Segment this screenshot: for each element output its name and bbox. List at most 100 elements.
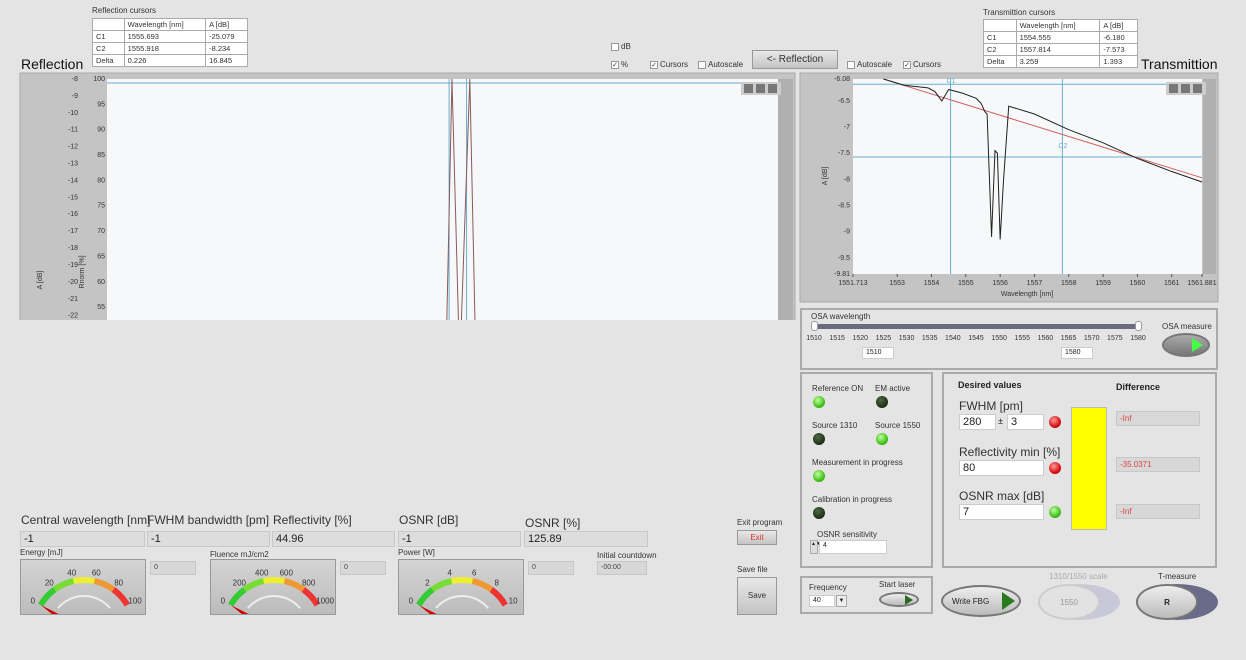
- osa-tick-label: 1555: [1014, 335, 1031, 342]
- osa-tick-label: 1560: [1037, 335, 1054, 342]
- y-tick-label: -7.5: [838, 150, 850, 157]
- osa-tick-label: 1580: [1130, 335, 1146, 342]
- gauge-tick-label: 10: [509, 597, 518, 606]
- gauge-tick-label: 2: [425, 578, 430, 587]
- source-1310-led: [813, 433, 825, 445]
- y-tick-label: -9: [844, 229, 850, 236]
- gauge-tick-label: 0: [221, 597, 226, 606]
- fwhm-target-label: FWHM [pm]: [959, 399, 1023, 413]
- y-tick-label: -9: [72, 93, 78, 100]
- y-tick-label: -19: [68, 262, 78, 269]
- save-button[interactable]: Save: [737, 577, 777, 615]
- cursor-move-icon[interactable]: [1169, 84, 1178, 93]
- osnr-sensitivity-label: OSNR sensitivity: [817, 530, 878, 539]
- x-tick-label: 1555: [958, 280, 974, 287]
- x-tick-label: 1560: [1130, 280, 1146, 287]
- osnr-pct-value: 125.89: [524, 531, 648, 547]
- tmeasure-label: T-measure: [1158, 572, 1197, 581]
- frequency-select[interactable]: 40: [809, 595, 835, 607]
- scale-toggle[interactable]: 1550: [1038, 584, 1100, 620]
- zoom-icon[interactable]: [1181, 84, 1190, 93]
- fwhm-label: FWHM bandwidth [pm]: [147, 513, 270, 527]
- y-tick-label: -18: [68, 245, 78, 252]
- gauge-label: Fluence mJ/cm2: [210, 550, 269, 559]
- reflectivity-target-input[interactable]: 80: [959, 460, 1044, 476]
- save-label: Save file: [737, 565, 768, 574]
- y-tick-label: -9.5: [838, 255, 850, 262]
- gauge-arc-segment: [430, 578, 453, 593]
- fwhm-tolerance-input[interactable]: 3: [1007, 414, 1044, 430]
- osa-tick-label: 1565: [1060, 335, 1077, 342]
- play-icon: [905, 594, 913, 605]
- reflectivity-difference: -35.0371: [1116, 457, 1200, 472]
- em-active-label: EM active: [875, 384, 911, 393]
- osnr-sensitivity-input[interactable]: 4: [819, 540, 887, 554]
- gauge-readout: 0: [528, 561, 574, 575]
- reference-on-label: Reference ON: [812, 384, 864, 393]
- pan-icon[interactable]: [768, 84, 777, 93]
- y-tick-label: -8: [72, 76, 78, 83]
- osa-slider-min-handle[interactable]: [811, 321, 818, 331]
- osa-tick-label: 1515: [829, 335, 845, 342]
- gauge-arc-segment: [93, 578, 116, 593]
- y2-tick-label: 70: [97, 228, 105, 235]
- osnr-target-input[interactable]: 7: [959, 504, 1044, 520]
- x-tick-label: 1561: [1164, 280, 1180, 287]
- source-1310-label: Source 1310: [812, 421, 858, 430]
- transmission-scrollbar: [1203, 79, 1216, 274]
- gauge-needle: [230, 605, 249, 614]
- osa-max-input[interactable]: 1580: [1061, 347, 1093, 359]
- tmeasure-toggle[interactable]: R: [1136, 584, 1198, 620]
- gauge-arc-segment: [72, 577, 96, 585]
- gauge-label: Energy [mJ]: [20, 548, 63, 557]
- cursor-move-icon[interactable]: [744, 84, 753, 93]
- y-tick-label: -21: [68, 296, 78, 303]
- y-tick-label: -8: [844, 176, 850, 183]
- y2-tick-label: 95: [97, 101, 105, 108]
- start-laser-button[interactable]: [879, 592, 919, 607]
- gauge-tick-label: 0: [409, 597, 414, 606]
- fwhm-target-input[interactable]: 280: [959, 414, 996, 430]
- exit-button[interactable]: Exit: [737, 530, 777, 545]
- osa-tick-label: 1535: [921, 335, 938, 342]
- write-fbg-button[interactable]: Write FBG: [941, 585, 1021, 617]
- osa-slider-track[interactable]: [814, 324, 1138, 329]
- y-axis-label: A [dB]: [822, 167, 829, 186]
- osnr-difference: -Inf: [1116, 504, 1200, 519]
- osa-tick-label: 1570: [1083, 335, 1100, 342]
- calibration-label: Calibration in progress: [812, 495, 893, 504]
- x-tick-label: 1557: [1027, 280, 1043, 287]
- gauge-tick-label: 400: [255, 568, 269, 577]
- reflection-plot-area: [107, 79, 778, 320]
- calibration-led: [813, 507, 825, 519]
- status-panel: Reference ON EM active Source 1310 Sourc…: [800, 372, 933, 568]
- osa-tick-label: 1575: [1107, 335, 1123, 342]
- osnr-pct-label: OSNR [%]: [525, 516, 581, 530]
- chevron-down-icon[interactable]: ▼: [836, 595, 847, 607]
- osa-tick-label: 1540: [945, 335, 961, 342]
- gauge-tick-label: 60: [92, 568, 101, 577]
- gauge-arc-segment: [471, 578, 494, 593]
- gauge-tick-label: 800: [302, 578, 316, 587]
- zoom-icon[interactable]: [756, 84, 765, 93]
- fwhm-value: -1: [147, 531, 270, 547]
- gauge-arc-segment: [228, 587, 247, 607]
- y2-tick-label: 60: [97, 279, 105, 286]
- pan-icon[interactable]: [1193, 84, 1202, 93]
- laser-panel: Frequency 40 ▼ Start laser: [800, 576, 933, 614]
- osa-min-input[interactable]: 1510: [862, 347, 894, 359]
- gauge-arc-segment: [450, 577, 474, 585]
- central-wavelength-label: Central wavelength [nm]: [21, 513, 151, 527]
- x-tick-label: 1561.881: [1187, 280, 1216, 287]
- osnr-status-led: [1049, 506, 1061, 518]
- measurement-label: Measurement in progress: [812, 458, 903, 467]
- reference-on-led: [813, 396, 825, 408]
- fwhm-difference: -Inf: [1116, 411, 1200, 426]
- gauge-tick-label: 200: [233, 578, 247, 587]
- osa-slider-max-handle[interactable]: [1135, 321, 1142, 331]
- gauge-readout: 0: [150, 561, 196, 575]
- gauge-arc-segment: [262, 577, 286, 585]
- osnr-sensitivity-stepper[interactable]: ▲▼: [810, 540, 821, 554]
- y2-tick-label: 80: [97, 177, 105, 184]
- osa-measure-button[interactable]: [1162, 333, 1210, 357]
